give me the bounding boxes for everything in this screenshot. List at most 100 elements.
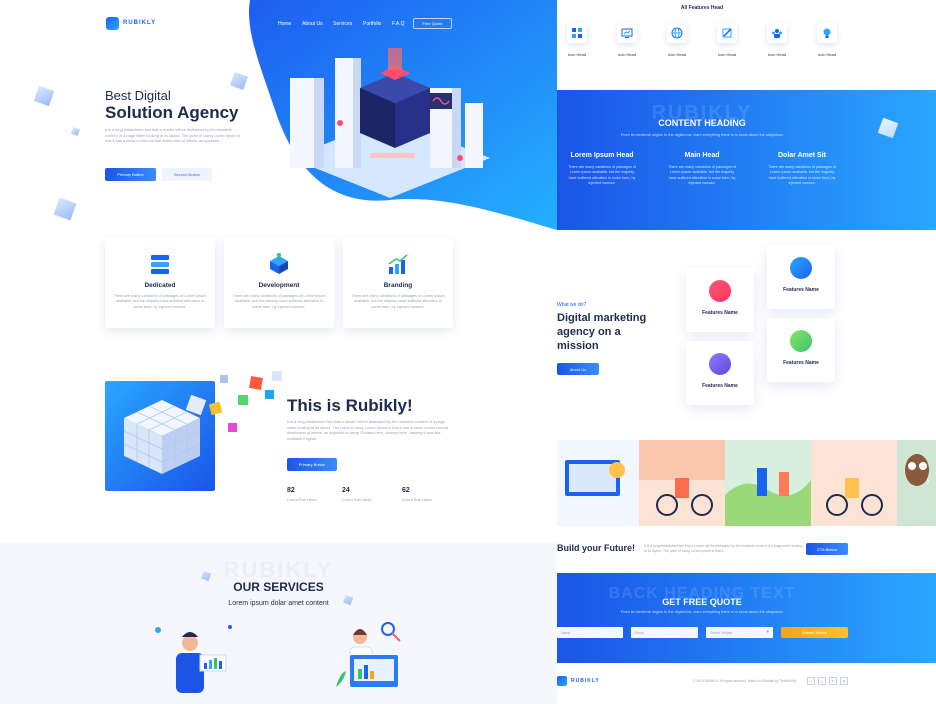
server-icon — [151, 255, 169, 274]
stat-label: Count Sub Head — [287, 497, 317, 502]
content-column-text: There are many variations of passages of… — [568, 165, 636, 186]
hero-secondary-button[interactable]: Second Button — [162, 168, 212, 181]
about-body: It is a long established fact that a rea… — [287, 419, 449, 441]
email-field[interactable]: Email — [631, 627, 698, 638]
facebook-icon[interactable]: f — [807, 677, 815, 685]
feature-text: There are many variations of passages of… — [351, 294, 445, 309]
about-us-button[interactable]: About Us — [557, 363, 599, 375]
footer-copyright: © 2019 RUBIKLY. All rights reserved. Mad… — [693, 679, 797, 683]
mission-title-line2: agency on a — [557, 326, 621, 338]
subject-select[interactable]: Select Subject ▾ — [706, 627, 773, 638]
mission-eyebrow: What we do? — [557, 302, 587, 308]
about-primary-button[interactable]: Primary Button — [287, 458, 337, 471]
content-subtitle: From its medieval origins to the digital… — [620, 133, 784, 137]
feature-name: Features Name — [702, 383, 738, 389]
content-column-title: Dolar Amet Sit — [778, 152, 826, 159]
stat-value: 24 — [342, 487, 350, 494]
feature-title: Development — [258, 282, 300, 289]
team-icon — [772, 29, 782, 38]
hero-illustration — [290, 48, 490, 198]
feature-icon-box[interactable] — [567, 23, 587, 43]
portfolio-gallery[interactable] — [557, 440, 936, 526]
feature-icon-box[interactable] — [817, 23, 837, 43]
free-quote-button[interactable]: Free Quote — [413, 18, 452, 29]
instagram-icon[interactable]: ig — [840, 677, 848, 685]
mission-title-line3: mission — [557, 340, 599, 352]
feature-name: Features Name — [783, 360, 819, 366]
name-field[interactable]: Name — [557, 627, 623, 638]
page: RUBIKLY Home About Us Services Portfolio… — [0, 0, 936, 704]
hero-title-line1: Best Digital — [105, 88, 171, 103]
icon-label: Icon Head — [767, 52, 787, 57]
sparkle-icon — [709, 280, 731, 302]
feature-name: Features Name — [702, 310, 738, 316]
cross-icon — [709, 353, 731, 375]
nav-services[interactable]: Services — [333, 21, 352, 27]
services-title: OUR SERVICES — [233, 580, 324, 594]
logo-icon[interactable] — [106, 17, 119, 30]
pencil-icon — [722, 28, 732, 38]
hero-body: It is a long established fact that a rea… — [105, 127, 241, 144]
quote-subtitle: From its medieval origins to the digital… — [620, 610, 784, 614]
feature-title: Dedicated — [144, 282, 176, 289]
linkedin-icon[interactable]: in — [829, 677, 837, 685]
feature-card[interactable]: Features Name — [767, 245, 835, 309]
feature-icon-box[interactable] — [667, 23, 687, 43]
lightbulb-icon — [823, 28, 831, 38]
cta-button[interactable]: CTA Button — [806, 543, 848, 555]
footer-logo-icon[interactable] — [557, 676, 567, 686]
icon-label: Icon Head — [567, 52, 587, 57]
leaf-icon — [790, 330, 812, 352]
content-column-title: Lorem Ipsum Head — [570, 152, 634, 159]
feature-card[interactable]: Features Name — [686, 268, 754, 332]
nav-portfolio[interactable]: Portfolio — [363, 21, 381, 27]
feature-icon-box[interactable] — [717, 23, 737, 43]
square-icon — [790, 257, 812, 279]
hero-primary-button[interactable]: Primary Button — [105, 168, 156, 181]
globe-icon — [671, 27, 683, 39]
chevron-down-icon: ▾ — [766, 629, 769, 635]
feature-text: There are many variations of passages of… — [232, 294, 326, 309]
feature-card-dedicated: Dedicated There are many variations of p… — [105, 238, 215, 328]
decor-cube — [53, 197, 77, 221]
nav-home[interactable]: Home — [278, 21, 291, 27]
grid-icon — [572, 28, 582, 38]
subject-select-value: Select Subject — [710, 630, 733, 635]
content-column-text: There are many variations of passages of… — [668, 165, 736, 186]
services-subtitle: Lorem ipsum dolar amet content — [228, 600, 329, 607]
submit-button[interactable]: Submit Button — [781, 627, 848, 638]
content-title: CONTENT HEADING — [658, 118, 746, 128]
hero-title-line2: Solution Agency — [105, 103, 239, 122]
cta-text: It is a long established fact that a rea… — [644, 544, 803, 553]
quote-title: GET FREE QUOTE — [662, 597, 742, 607]
icon-label: Icon Head — [817, 52, 837, 57]
about-title: This is Rubikly! — [287, 396, 413, 415]
stat-value: 82 — [287, 487, 295, 494]
brand-name[interactable]: RUBIKLY — [123, 20, 156, 26]
feature-card-branding: Branding There are many variations of pa… — [343, 238, 453, 328]
decor-cube — [33, 85, 55, 107]
growth-chart-icon — [388, 254, 408, 274]
cta-title: Build your Future! — [557, 543, 635, 553]
nav-about[interactable]: About Us — [302, 21, 323, 27]
chevron-right-icon[interactable]: › — [922, 476, 934, 490]
monitor-icon — [621, 28, 633, 38]
nav-faq[interactable]: F.A.Q — [392, 21, 405, 27]
cube-network-icon — [270, 253, 288, 274]
feature-card-development: Development There are many variations of… — [224, 238, 334, 328]
feature-icon-box[interactable] — [617, 23, 637, 43]
twitter-icon[interactable]: t — [818, 677, 826, 685]
feature-name: Features Name — [783, 287, 819, 293]
footer-brand[interactable]: RUBIKLY — [571, 678, 600, 684]
feature-text: There are many variations of passages of… — [113, 294, 207, 309]
content-column-text: There are many variations of passages of… — [768, 165, 836, 186]
icon-label: Icon Head — [667, 52, 687, 57]
stat-value: 62 — [402, 487, 410, 494]
feature-card[interactable]: Features Name — [686, 341, 754, 405]
icon-label: Icon Head — [717, 52, 737, 57]
feature-card[interactable]: Features Name — [767, 318, 835, 382]
floating-cubes-illustration — [185, 371, 282, 432]
stat-label: Count Sub Head — [342, 497, 372, 502]
feature-icon-box[interactable] — [767, 23, 787, 43]
mission-title-line1: Digital marketing — [557, 312, 647, 324]
